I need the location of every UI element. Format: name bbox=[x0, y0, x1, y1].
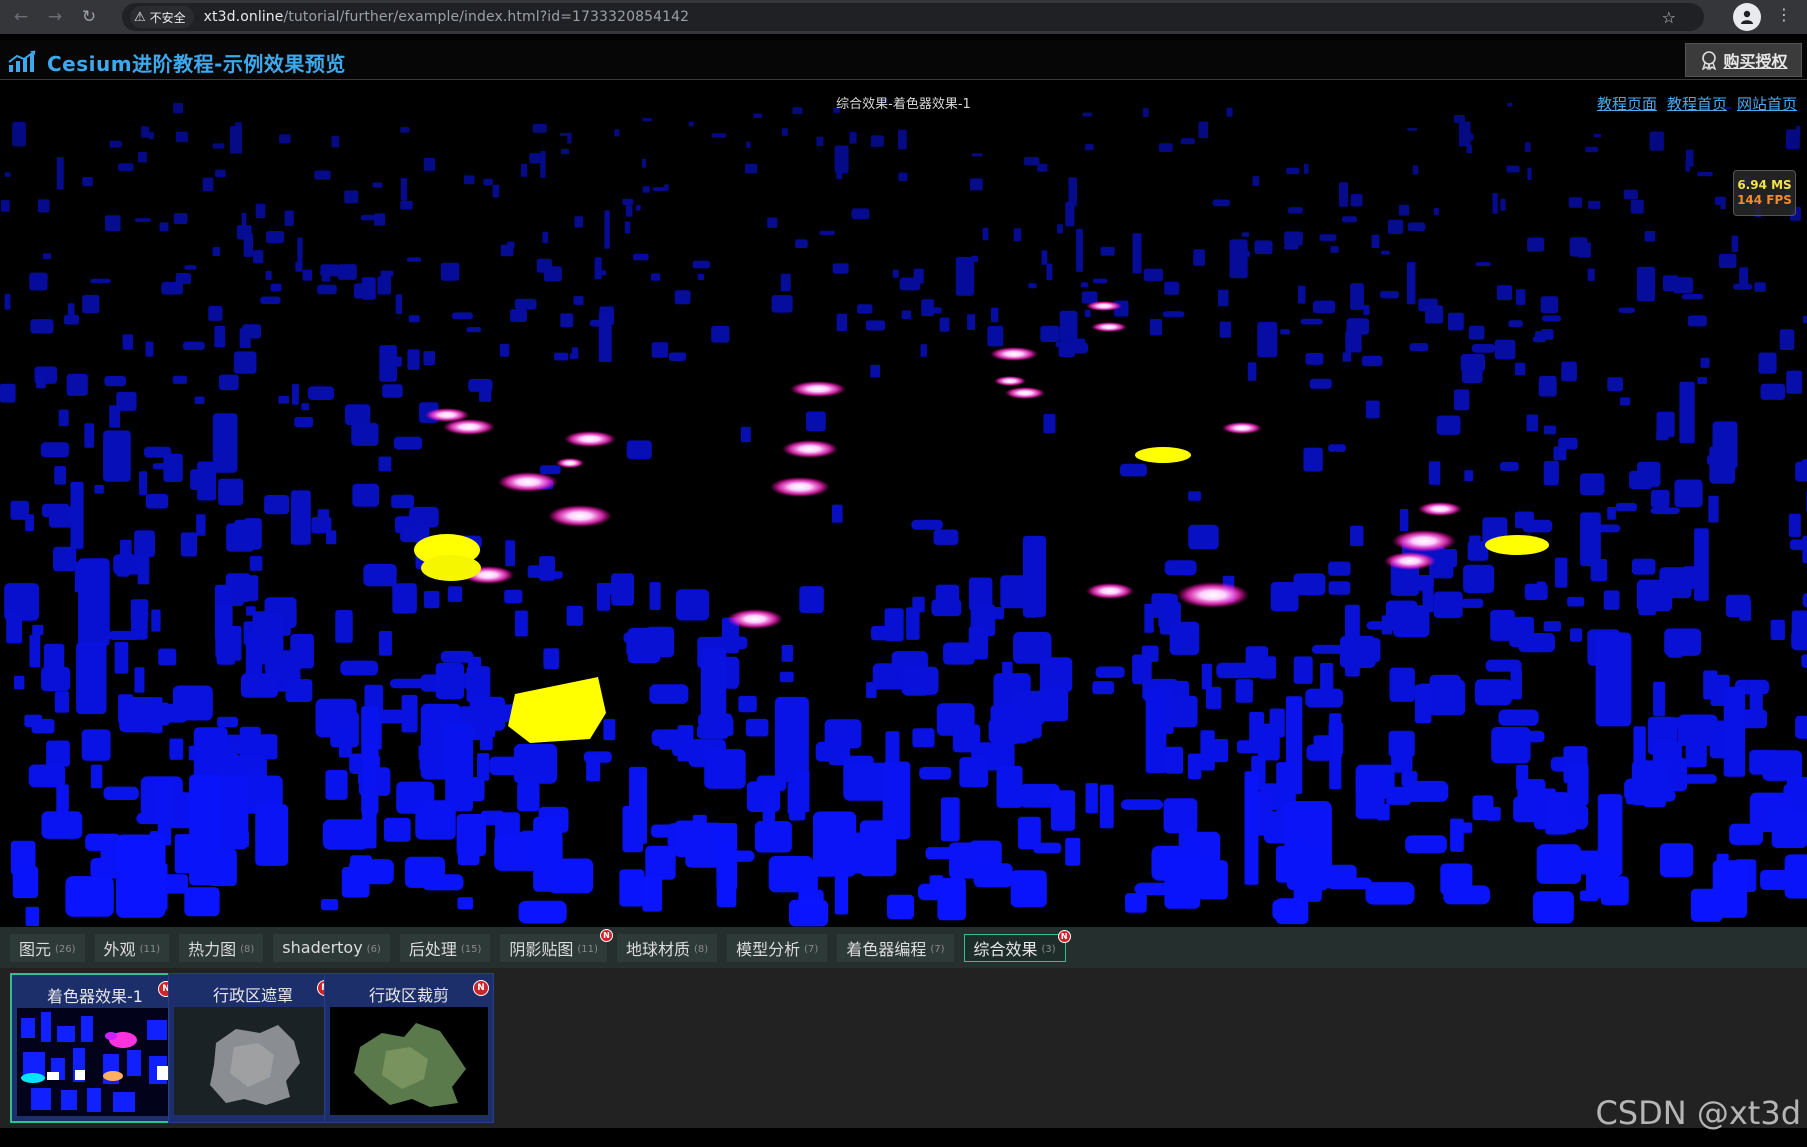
tab-count: (11) bbox=[577, 944, 598, 955]
tab-7[interactable]: 模型分析 (7) bbox=[727, 933, 828, 962]
card-shader-effect[interactable]: 着色器效果-1 N bbox=[10, 973, 180, 1123]
category-tabs: 图元 (26) 外观 (11) 热力图 (8) shadertoy (6) 后处理 (15) 阴影贴… bbox=[0, 927, 1807, 968]
tab-label: 综合效果 bbox=[973, 939, 1038, 959]
scene-title: 综合效果-着色器效果-1 bbox=[836, 97, 971, 112]
tab-label: 模型分析 bbox=[736, 939, 801, 959]
tab-label: 后处理 bbox=[408, 939, 457, 959]
new-badge: N bbox=[1057, 929, 1071, 943]
security-indicator[interactable]: ⚠ 不安全 bbox=[130, 6, 194, 28]
tab-count: (26) bbox=[55, 944, 76, 955]
tab-label: 阴影贴图 bbox=[509, 939, 574, 959]
card-thumbnail bbox=[330, 1007, 488, 1115]
back-icon[interactable]: ← bbox=[8, 4, 34, 30]
tab-label: 图元 bbox=[19, 939, 52, 959]
tab-count: (11) bbox=[139, 944, 161, 955]
card-title: 行政区遮罩 bbox=[212, 986, 293, 1005]
profile-avatar-icon[interactable] bbox=[1733, 3, 1761, 31]
card-title: 着色器效果-1 bbox=[47, 987, 143, 1006]
tab-count: (3) bbox=[1041, 944, 1056, 955]
new-badge: N bbox=[473, 980, 489, 996]
new-badge: N bbox=[599, 928, 613, 942]
tab-6[interactable]: 地球材质 (8) bbox=[616, 933, 718, 962]
frame-time: 6.94 MS bbox=[1737, 178, 1792, 192]
tab-count: (8) bbox=[240, 944, 255, 955]
tab-0[interactable]: 图元 (26) bbox=[10, 933, 85, 962]
browser-menu-icon[interactable]: ⋮ bbox=[1776, 5, 1792, 24]
top-links: 教程页面 教程首页 网站首页 bbox=[1597, 93, 1797, 114]
url-path: /tutorial/further/example/index.html?id=… bbox=[283, 9, 690, 25]
tab-label: shadertoy bbox=[282, 938, 363, 957]
card-district-clip[interactable]: 行政区裁剪 N bbox=[324, 973, 494, 1123]
example-cards: 着色器效果-1 N 行政区遮罩 行政区裁剪 N bbox=[0, 968, 1807, 1128]
tab-8[interactable]: 着色器编程 (7) bbox=[837, 933, 954, 962]
app-header: Cesium进阶教程-示例效果预览 购买授权 bbox=[0, 40, 1807, 80]
tab-label: 着色器编程 bbox=[846, 939, 927, 959]
warning-icon: ⚠ bbox=[134, 9, 146, 25]
url-text[interactable]: xt3d.online/tutorial/further/example/ind… bbox=[204, 9, 689, 25]
card-thumbnail bbox=[17, 1008, 175, 1116]
cesium-viewer[interactable]: 综合效果-着色器效果-1 教程页面 教程首页 网站首页 6.94 MS 144 … bbox=[0, 81, 1807, 927]
city-3d-scene[interactable] bbox=[0, 81, 1807, 927]
security-label: 不安全 bbox=[149, 10, 186, 25]
tab-label: 地球材质 bbox=[625, 939, 690, 959]
tab-3[interactable]: shadertoy (6) bbox=[273, 933, 390, 962]
bookmark-star-icon[interactable]: ☆ bbox=[1662, 8, 1676, 27]
forward-icon[interactable]: → bbox=[42, 4, 68, 30]
tutorial-home-link[interactable]: 教程首页 bbox=[1667, 93, 1727, 114]
app-title: Cesium进阶教程-示例效果预览 bbox=[47, 52, 346, 76]
tab-2[interactable]: 热力图 (8) bbox=[179, 933, 264, 962]
tab-4[interactable]: 后处理 (15) bbox=[399, 933, 491, 962]
performance-stats: 6.94 MS 144 FPS bbox=[1733, 170, 1796, 216]
tab-count: (8) bbox=[693, 944, 709, 955]
card-thumbnail bbox=[174, 1007, 332, 1115]
card-title: 行政区裁剪 bbox=[368, 986, 449, 1005]
award-icon bbox=[1702, 51, 1717, 70]
tab-9[interactable]: 综合效果 (3) N bbox=[963, 929, 1071, 962]
footer bbox=[0, 1128, 1807, 1147]
tab-count: (7) bbox=[930, 944, 945, 955]
card-district-mask[interactable]: 行政区遮罩 N bbox=[168, 973, 338, 1123]
reload-icon[interactable]: ↻ bbox=[76, 4, 102, 30]
browser-toolbar: ← → ↻ ⚠ 不安全 xt3d.online/tutorial/further… bbox=[0, 0, 1807, 34]
tab-5[interactable]: 阴影贴图 (11) N bbox=[500, 928, 613, 962]
site-home-link[interactable]: 网站首页 bbox=[1737, 93, 1797, 114]
tab-count: (6) bbox=[366, 944, 381, 955]
url-host: xt3d.online bbox=[203, 9, 284, 25]
frame-rate: 144 FPS bbox=[1737, 193, 1792, 207]
tutorial-page-link[interactable]: 教程页面 bbox=[1597, 93, 1657, 114]
tab-label: 热力图 bbox=[188, 939, 237, 959]
buy-license-label: 购买授权 bbox=[1723, 52, 1788, 71]
address-bar[interactable]: ⚠ 不安全 xt3d.online/tutorial/further/examp… bbox=[122, 3, 1704, 31]
tab-count: (15) bbox=[460, 944, 482, 955]
tab-count: (7) bbox=[804, 944, 819, 955]
buy-license-button[interactable]: 购买授权 bbox=[1685, 43, 1802, 77]
tab-label: 外观 bbox=[103, 939, 136, 959]
watermark: CSDN @xt3d bbox=[1595, 1094, 1801, 1132]
chart-logo-icon bbox=[8, 50, 36, 72]
tab-1[interactable]: 外观 (11) bbox=[94, 933, 170, 962]
